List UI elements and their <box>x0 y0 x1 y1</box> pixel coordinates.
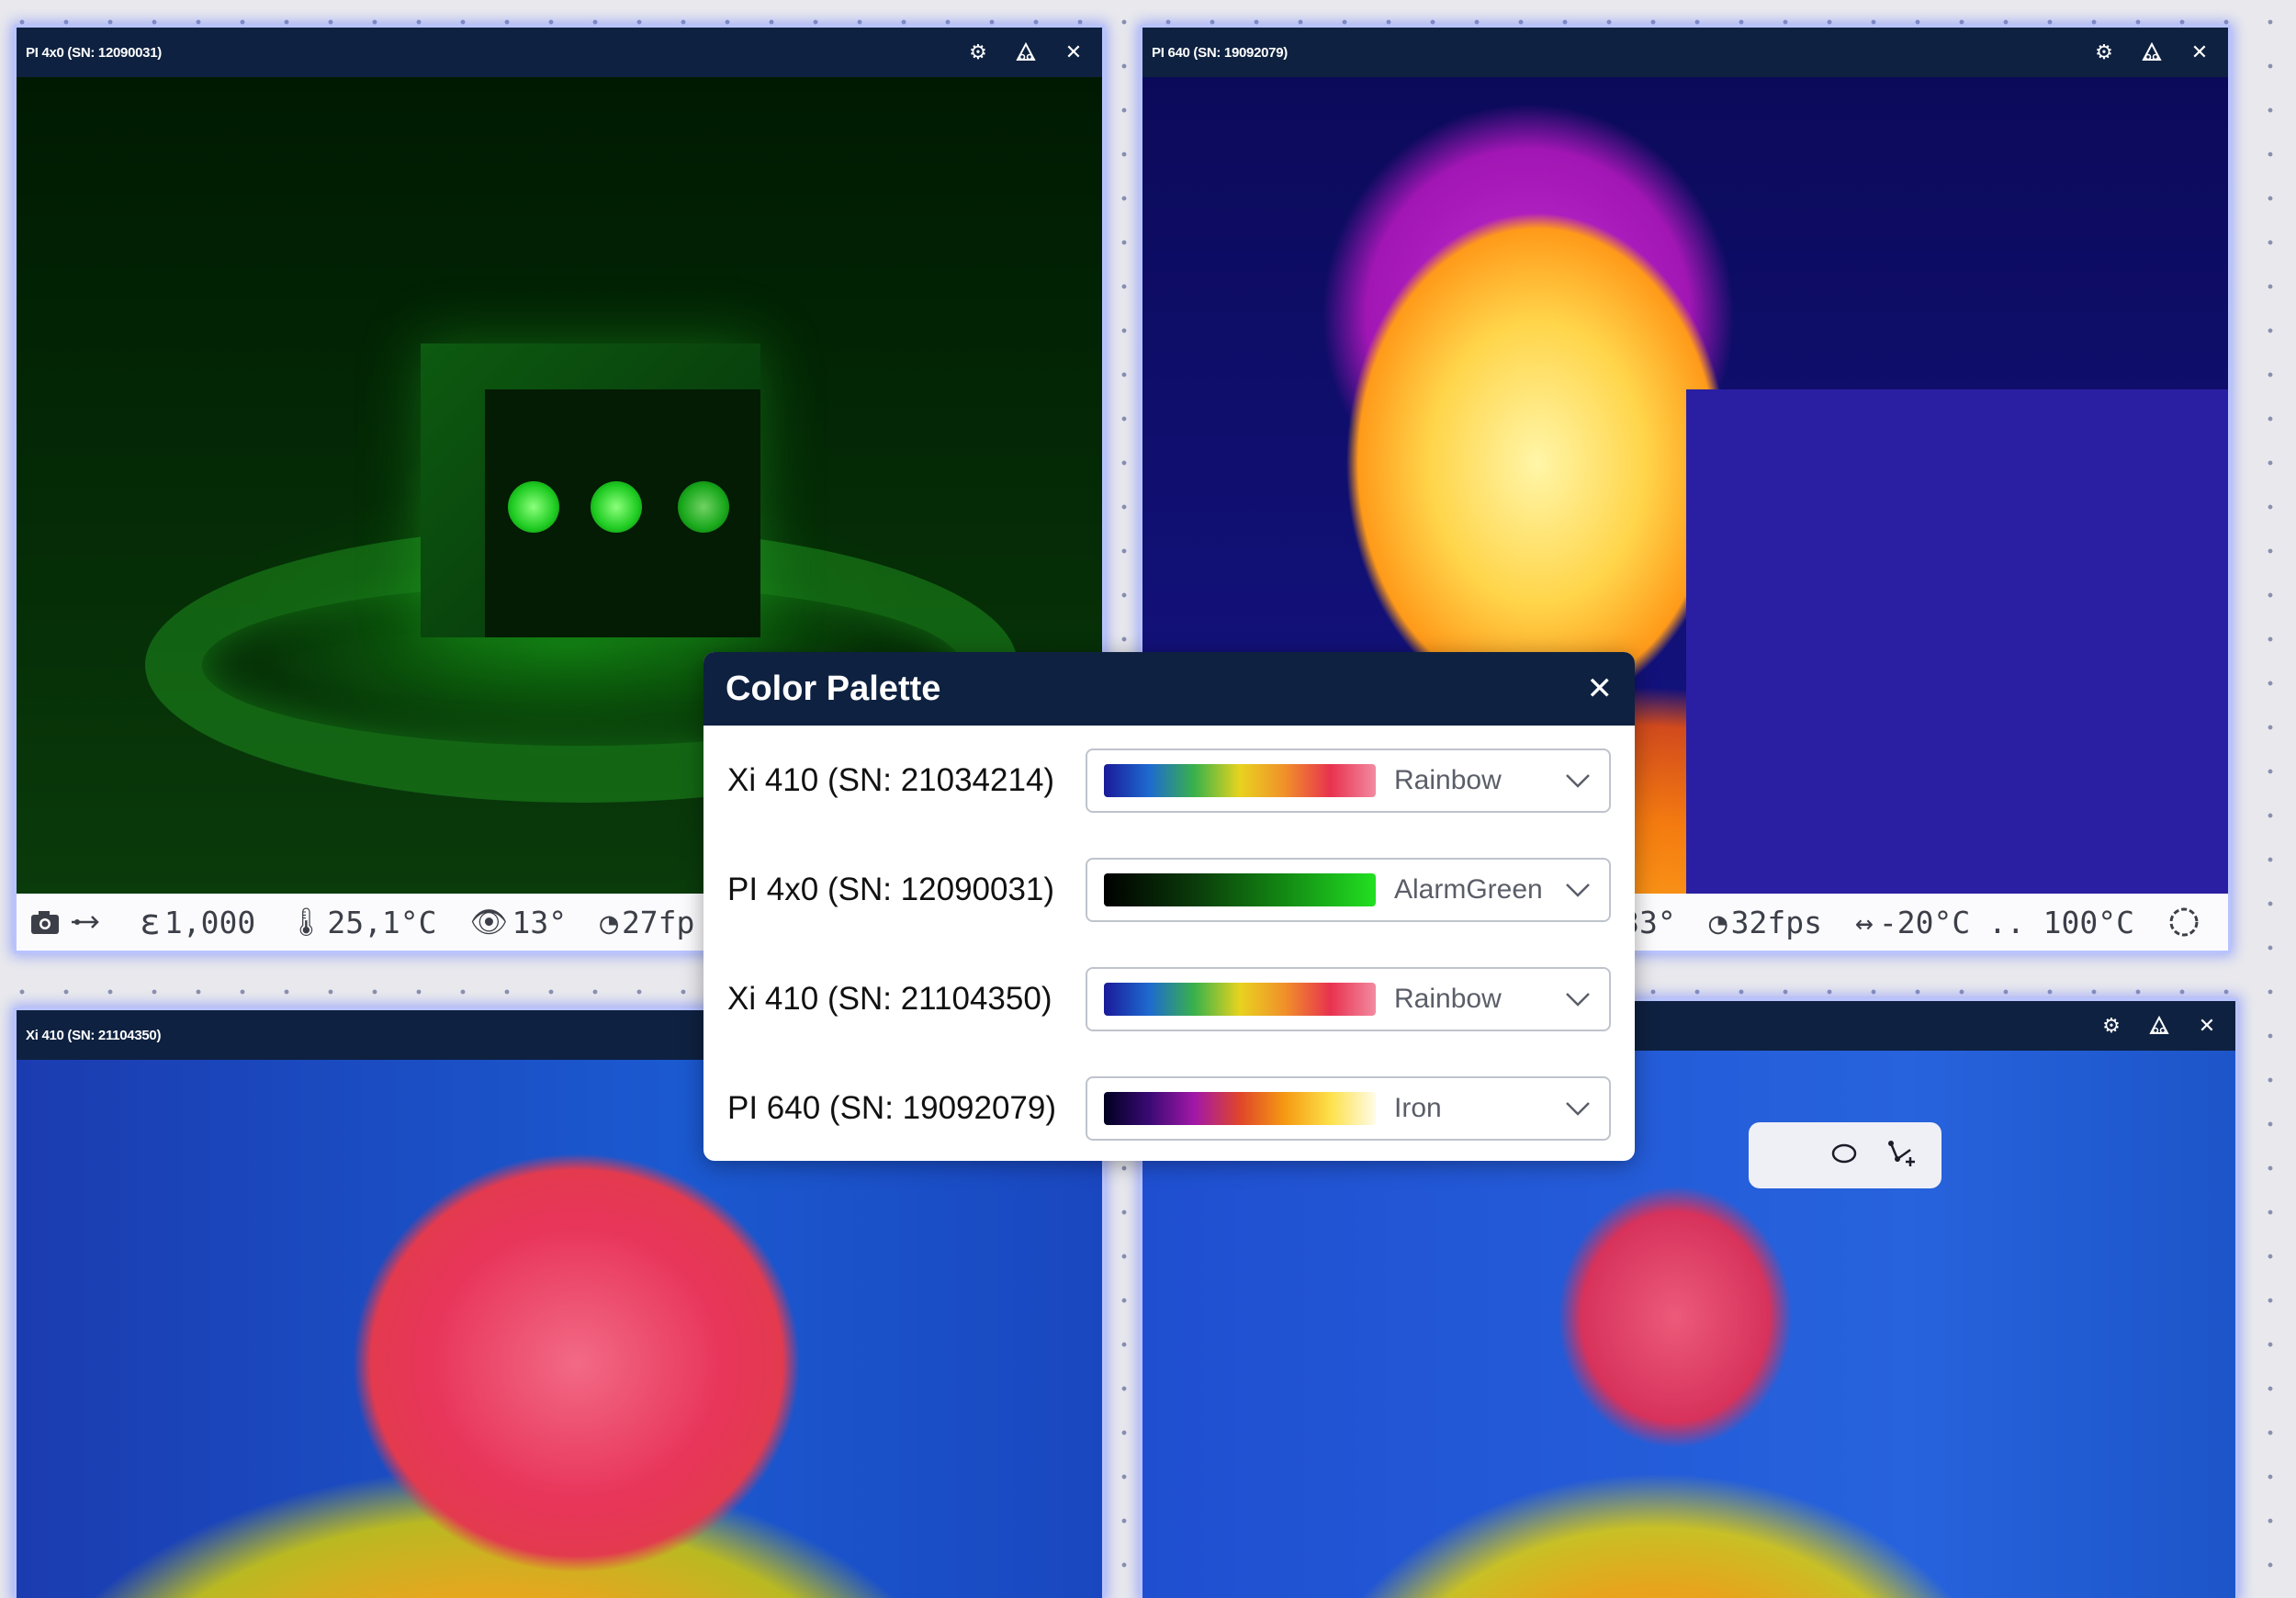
palette-row: PI 640 (SN: 19092079) Iron <box>727 1076 1611 1141</box>
chevron-down-icon <box>1566 1102 1590 1116</box>
camera-icon[interactable] <box>29 908 107 936</box>
close-icon[interactable]: ✕ <box>1062 40 1086 64</box>
palette-name: AlarmGreen <box>1394 874 1543 905</box>
palette-select[interactable]: Rainbow <box>1086 967 1611 1031</box>
polyline-roi-icon[interactable] <box>1886 1139 1918 1173</box>
palette-name: Rainbow <box>1394 765 1502 795</box>
close-icon[interactable]: ✕ <box>1587 670 1614 707</box>
range-icon: ↔ <box>1854 904 1874 940</box>
color-palette-dialog: Color Palette ✕ Xi 410 (SN: 21034214) Ra… <box>703 652 1635 1161</box>
chevron-down-icon <box>1566 993 1590 1007</box>
emissivity-icon: ε <box>140 902 161 942</box>
close-icon[interactable]: ✕ <box>2188 40 2212 64</box>
thermal-object-box <box>421 343 760 637</box>
ellipse-roi-icon[interactable] <box>1829 1142 1859 1170</box>
panel-title: PI 4x0 (SN: 12090031) <box>26 44 162 61</box>
panel-titlebar: PI 640 (SN: 19092079) ⚙ ✕ <box>1142 28 2228 77</box>
emissivity-value: 1,000 <box>163 904 256 940</box>
palette-swatch <box>1104 873 1376 906</box>
palette-select[interactable]: Iron <box>1086 1076 1611 1141</box>
palette-swatch <box>1104 764 1376 797</box>
palette-select[interactable]: Rainbow <box>1086 748 1611 813</box>
chevron-down-icon <box>1566 774 1590 788</box>
dialog-title: Color Palette <box>726 669 941 708</box>
close-icon[interactable]: ✕ <box>2195 1014 2219 1038</box>
palette-row: Xi 410 (SN: 21034214) Rainbow <box>727 748 1611 813</box>
camera-label: PI 640 (SN: 19092079) <box>727 1090 1057 1126</box>
palette-name: Rainbow <box>1394 984 1502 1014</box>
speed-icon: ◔ <box>1708 904 1728 940</box>
roi-toolbar <box>1749 1122 1941 1188</box>
gear-icon[interactable]: ⚙ <box>2092 40 2116 64</box>
fov-value: 13° <box>512 904 568 940</box>
fps-value: 27fp <box>621 904 695 940</box>
panel-titlebar: PI 4x0 (SN: 12090031) ⚙ ✕ <box>17 28 1102 77</box>
chevron-down-icon <box>1566 883 1590 897</box>
triangle-split-icon[interactable] <box>2147 1014 2171 1038</box>
panel-title: PI 640 (SN: 19092079) <box>1152 44 1288 61</box>
palette-row: PI 4x0 (SN: 12090031) AlarmGreen <box>727 858 1611 922</box>
triangle-split-icon[interactable] <box>2140 40 2164 64</box>
gear-icon[interactable]: ⚙ <box>2099 1014 2123 1038</box>
speed-icon: ◔ <box>600 904 618 940</box>
fps-value: 32fps <box>1730 904 1822 940</box>
camera-label: Xi 410 (SN: 21104350) <box>727 981 1052 1017</box>
gear-icon[interactable]: ⚙ <box>966 40 990 64</box>
thermometer-icon: 🌡 <box>288 906 324 939</box>
palette-swatch <box>1104 1092 1376 1125</box>
palette-name: Iron <box>1394 1093 1442 1123</box>
thermal-background-wall <box>1686 389 2228 894</box>
palette-select[interactable]: AlarmGreen <box>1086 858 1611 922</box>
eye-icon: 👁 <box>469 904 509 940</box>
camera-label: PI 4x0 (SN: 12090031) <box>727 872 1055 907</box>
palette-swatch <box>1104 983 1376 1016</box>
dialog-header: Color Palette ✕ <box>703 652 1635 726</box>
camera-label: Xi 410 (SN: 21034214) <box>727 762 1055 798</box>
refresh-icon[interactable] <box>2167 906 2206 939</box>
triangle-split-icon[interactable] <box>1014 40 1038 64</box>
palette-row: Xi 410 (SN: 21104350) Rainbow <box>727 967 1611 1031</box>
range-value: -20°C .. 100°C <box>1878 904 2134 940</box>
temperature-value: 25,1°C <box>327 904 437 940</box>
